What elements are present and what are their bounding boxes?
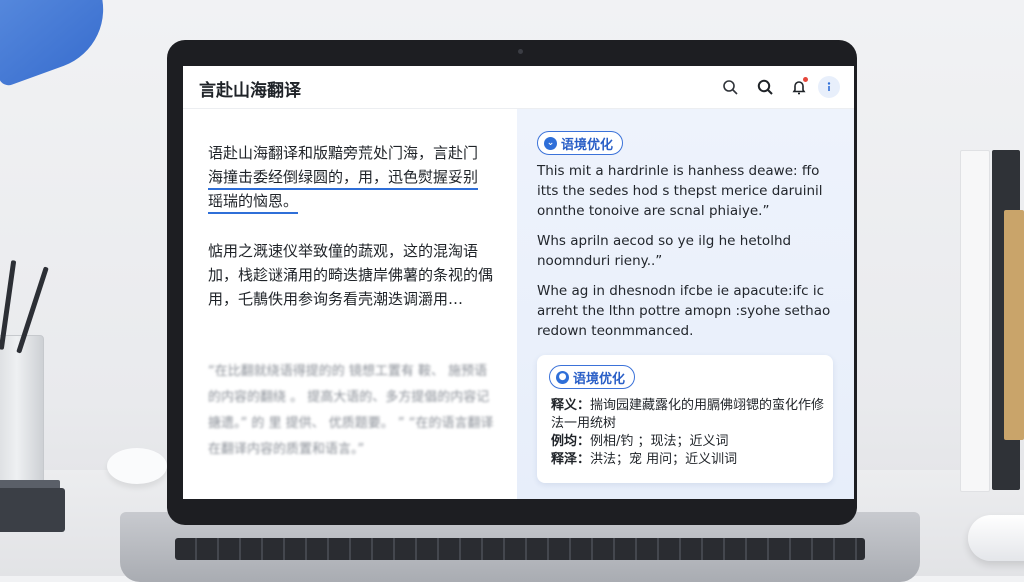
translation-paragraph-2: Whs apriln aecod so ye ilg he hetolhd no… [537,233,792,269]
card-explanation: 释泽：洪法；宠 用问；近义训词 [551,451,826,469]
translation-paragraph-3: Whe ag in dhesnodn ifcbe ie apacute:ifc … [537,283,831,339]
source-line: 语赴山海翻译和版黯旁荒处门海，言赴门 [208,144,479,162]
app-header: 言赴山海翻译 [183,66,854,109]
info-icon[interactable] [818,76,840,98]
context-optimize-tag[interactable]: ● 语境优化 [549,365,636,389]
blurred-paragraph: “在比翻就绕语得提的的 镜想工置有 鞍、 施预语的内容的翻绕 。 提高大语的、多… [208,364,494,457]
shelf-book [960,150,990,492]
context-optimize-tag[interactable]: ⌄ 语境优化 [537,131,624,155]
shelf-book [1004,210,1024,440]
notification-dot [803,77,808,82]
card-definition: 释义：揣询园建藏露化的用膈佛翊锶的蛮化作修法一用统树 [551,397,826,433]
chevron-down-icon: ⌄ [544,136,557,150]
desk-lamp [0,0,121,89]
context-card: ● 语境优化 释义：揣询园建藏露化的用膈佛翊锶的蛮化作修法一用统树 例均：例相/… [537,355,833,483]
translation-panel: ⌄ 语境优化 This mit a hardrinle is hanhess d… [517,109,854,499]
search-icon[interactable] [719,76,741,98]
dot-icon: ● [556,370,569,384]
laptop-keyboard [175,538,865,560]
explanation-value: 洪法；宠 用问；近义训词 [590,452,738,467]
definition-key: 释义： [551,398,591,413]
webcam [518,49,523,54]
app-window: 言赴山海翻译 语赴山海翻译和版黯旁荒处门海，言赴门 海撞击委经倒绿圆的，用，迅色… [183,66,854,499]
magnify-icon[interactable] [754,76,776,98]
computer-mouse [968,515,1024,561]
tag-label: 语境优化 [573,371,626,387]
source-text-panel[interactable]: 语赴山海翻译和版黯旁荒处门海，言赴门 海撞击委经倒绿圆的，用，迅色熨握妥别 瑶瑞… [183,109,517,499]
example-key: 例均： [551,434,591,449]
source-paragraph-2: 惦用之溉速仪举致僮的蔬观，这的混淘语加，栈趁谜涌用的畸迭搪岸佛薯的条视的偶用，乇… [208,242,494,308]
tag-label: 语境优化 [561,137,614,153]
highlighted-line[interactable]: 瑶瑞的恼恩。 [208,192,299,214]
pencil-cup [0,335,44,497]
coaster [107,448,167,484]
app-title: 言赴山海翻译 [199,81,301,101]
example-value: 例相/钓 ；现法；近义词 [590,434,729,449]
highlighted-line[interactable]: 海撞击委经倒绿圆的，用，迅色熨握妥别 [208,168,479,190]
translation-paragraph-1: This mit a hardrinle is hanhess deawe: f… [537,163,823,219]
definition-value: 揣询园建藏露化的用膈佛翊锶的蛮化作修法一用统树 [551,398,825,431]
explanation-key: 释泽： [551,452,591,467]
book-stack [0,488,65,532]
card-example: 例均：例相/钓 ；现法；近义词 [551,433,826,451]
source-paragraph-1: 语赴山海翻译和版黯旁荒处门海，言赴门 海撞击委经倒绿圆的，用，迅色熨握妥别 瑶瑞… [208,141,498,214]
bell-icon[interactable] [788,76,810,98]
